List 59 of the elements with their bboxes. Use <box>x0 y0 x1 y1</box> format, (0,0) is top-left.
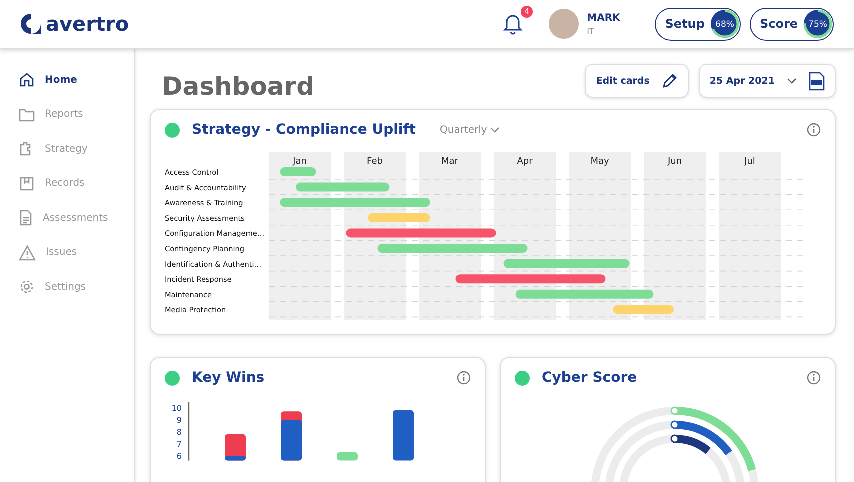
axis-tick-label: 9 <box>176 416 182 425</box>
y-axis <box>188 402 190 461</box>
pdf-file-icon[interactable] <box>809 72 825 90</box>
info-icon[interactable] <box>807 123 821 137</box>
folder-icon <box>19 108 35 122</box>
sidebar-item[interactable]: Settings <box>0 270 134 304</box>
progress-reading: 68% <box>715 20 734 30</box>
stacked-bar <box>281 412 302 461</box>
pencil-icon <box>662 73 678 89</box>
month-label: May <box>590 157 610 167</box>
axis-tick-label: 8 <box>176 428 182 437</box>
user-name: MARK <box>587 12 620 24</box>
status-dot <box>165 122 180 138</box>
logo-icon <box>20 13 42 35</box>
sidebar-item[interactable]: Assessments <box>0 201 134 236</box>
month-label: Mar <box>442 157 458 167</box>
chevron-down-icon <box>787 78 797 84</box>
bookmark-page-icon <box>19 176 35 192</box>
axis-tick-label: 7 <box>176 440 182 449</box>
bell-icon[interactable] <box>503 13 524 35</box>
pill-label: Score <box>760 17 798 31</box>
home-icon <box>19 72 35 88</box>
card-title: Key Wins <box>192 370 265 386</box>
month-label: Jul <box>744 157 756 167</box>
sidebar-item[interactable]: Strategy <box>0 132 134 166</box>
status-dot <box>515 370 530 386</box>
progress-reading: 75% <box>808 20 828 30</box>
edit-cards-button[interactable]: Edit cards <box>585 64 689 98</box>
sidebar-item[interactable]: Home <box>0 63 134 98</box>
sidebar-item[interactable]: Records <box>0 166 134 201</box>
logo-text: avertro <box>46 12 130 36</box>
notification-badge: 4 <box>521 6 534 18</box>
axis-tick-label: 6 <box>176 452 182 461</box>
month-label: Jan <box>293 157 307 167</box>
period-dropdown[interactable]: Quarterly <box>440 124 500 136</box>
month-label: Feb <box>367 157 383 167</box>
user-role: IT <box>587 26 596 36</box>
sidebar-item[interactable]: Reports <box>0 98 134 132</box>
info-icon[interactable] <box>807 371 821 385</box>
date-picker[interactable]: 25 Apr 2021 <box>698 64 836 98</box>
month-label: Jun <box>668 157 682 167</box>
card-title: Cyber Score <box>542 370 638 386</box>
card-title: Strategy - Compliance Uplift <box>192 122 416 138</box>
chevron-down-icon <box>490 127 500 133</box>
page-title: Dashboard <box>162 72 316 100</box>
progress-pill[interactable]: Setup 68% <box>655 8 741 40</box>
axis-tick-label: 10 <box>172 404 182 413</box>
progress-pill[interactable]: Score 75% <box>750 8 834 40</box>
settings-icon <box>19 279 35 296</box>
warning-icon <box>19 244 36 261</box>
month-label: Apr <box>517 157 533 167</box>
sidebar-item[interactable]: Issues <box>0 236 134 270</box>
status-dot <box>165 370 180 386</box>
stacked-bar <box>393 410 414 461</box>
info-icon[interactable] <box>457 371 471 385</box>
stacked-bar <box>337 452 358 461</box>
pill-label: Setup <box>665 17 705 31</box>
document-icon <box>19 210 33 226</box>
stacked-bar <box>225 434 246 461</box>
